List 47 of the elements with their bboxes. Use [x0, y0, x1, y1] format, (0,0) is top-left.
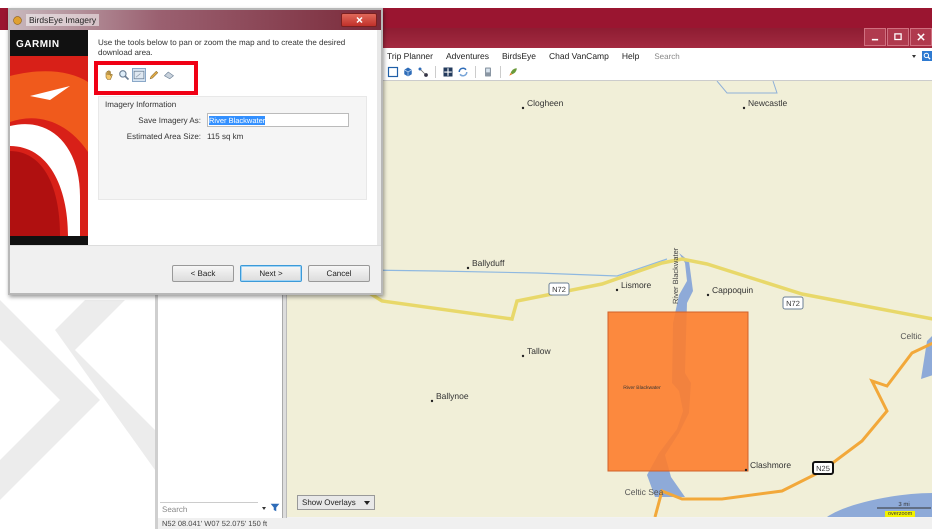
maximize-icon[interactable] [887, 28, 909, 46]
window-title: BirdsEye Imagery [26, 14, 100, 26]
dropdown-caret-icon[interactable] [262, 507, 266, 510]
border-line [716, 81, 778, 94]
field-label: Estimated Area Size: [126, 132, 201, 141]
menu-item[interactable]: Help [622, 51, 640, 61]
menu-item[interactable]: Chad VanCamp [549, 51, 609, 61]
wizard-button[interactable]: Cancel [308, 265, 370, 282]
town-label: Newcastle [742, 98, 788, 110]
app-icon[interactable] [13, 16, 22, 24]
menu-item[interactable]: BirdsEye [502, 51, 536, 61]
town-label: Ballyduff [466, 258, 504, 270]
sync-icon[interactable] [457, 66, 469, 78]
town-label: Clashmore [744, 460, 792, 472]
menu-item[interactable]: Trip Planner [387, 51, 433, 61]
group-title: Imagery Information [105, 100, 178, 109]
cube-icon[interactable] [402, 66, 414, 78]
magnifier-icon[interactable] [117, 68, 131, 82]
field-label: Save Imagery As: [137, 116, 201, 124]
wizard-button[interactable]: < Back [172, 265, 234, 282]
gps-device-icon[interactable] [482, 66, 494, 78]
search-field[interactable]: Search [652, 50, 908, 62]
town-label: Clogheen [522, 98, 564, 110]
search-field[interactable]: Search [160, 502, 258, 515]
search-icon[interactable] [922, 50, 932, 62]
pencil-icon[interactable] [147, 68, 161, 82]
wizard-button[interactable]: Next > [240, 265, 302, 282]
show-overlays-dropdown[interactable]: Show Overlays [297, 495, 375, 510]
town-label: Tallow [522, 346, 551, 358]
rectangle-select-icon[interactable] [132, 68, 146, 82]
area-size-value: 115 sq km [207, 132, 244, 141]
brand-logo: GARMIN [15, 38, 61, 52]
town-label: Ballynoe [430, 391, 469, 402]
town-label: Cappoquin [706, 285, 754, 296]
town-label: Lismore [616, 280, 652, 292]
instruction-text: Use the tools below to pan or zoom the map and to create the desired download area. [98, 38, 346, 58]
route-icon[interactable] [417, 66, 429, 78]
sea-label: Celtic [900, 331, 922, 341]
close-icon[interactable] [910, 28, 932, 46]
selection-frame-icon[interactable] [387, 66, 399, 78]
fit-frame-icon[interactable] [442, 66, 454, 78]
filter-icon[interactable] [270, 502, 280, 513]
minimize-icon[interactable] [864, 28, 886, 46]
close-button[interactable] [341, 13, 377, 27]
sea-label: Celtic Sea [624, 487, 664, 497]
menu-item[interactable]: Adventures [446, 51, 489, 61]
dropdown-caret-icon[interactable] [912, 54, 916, 58]
